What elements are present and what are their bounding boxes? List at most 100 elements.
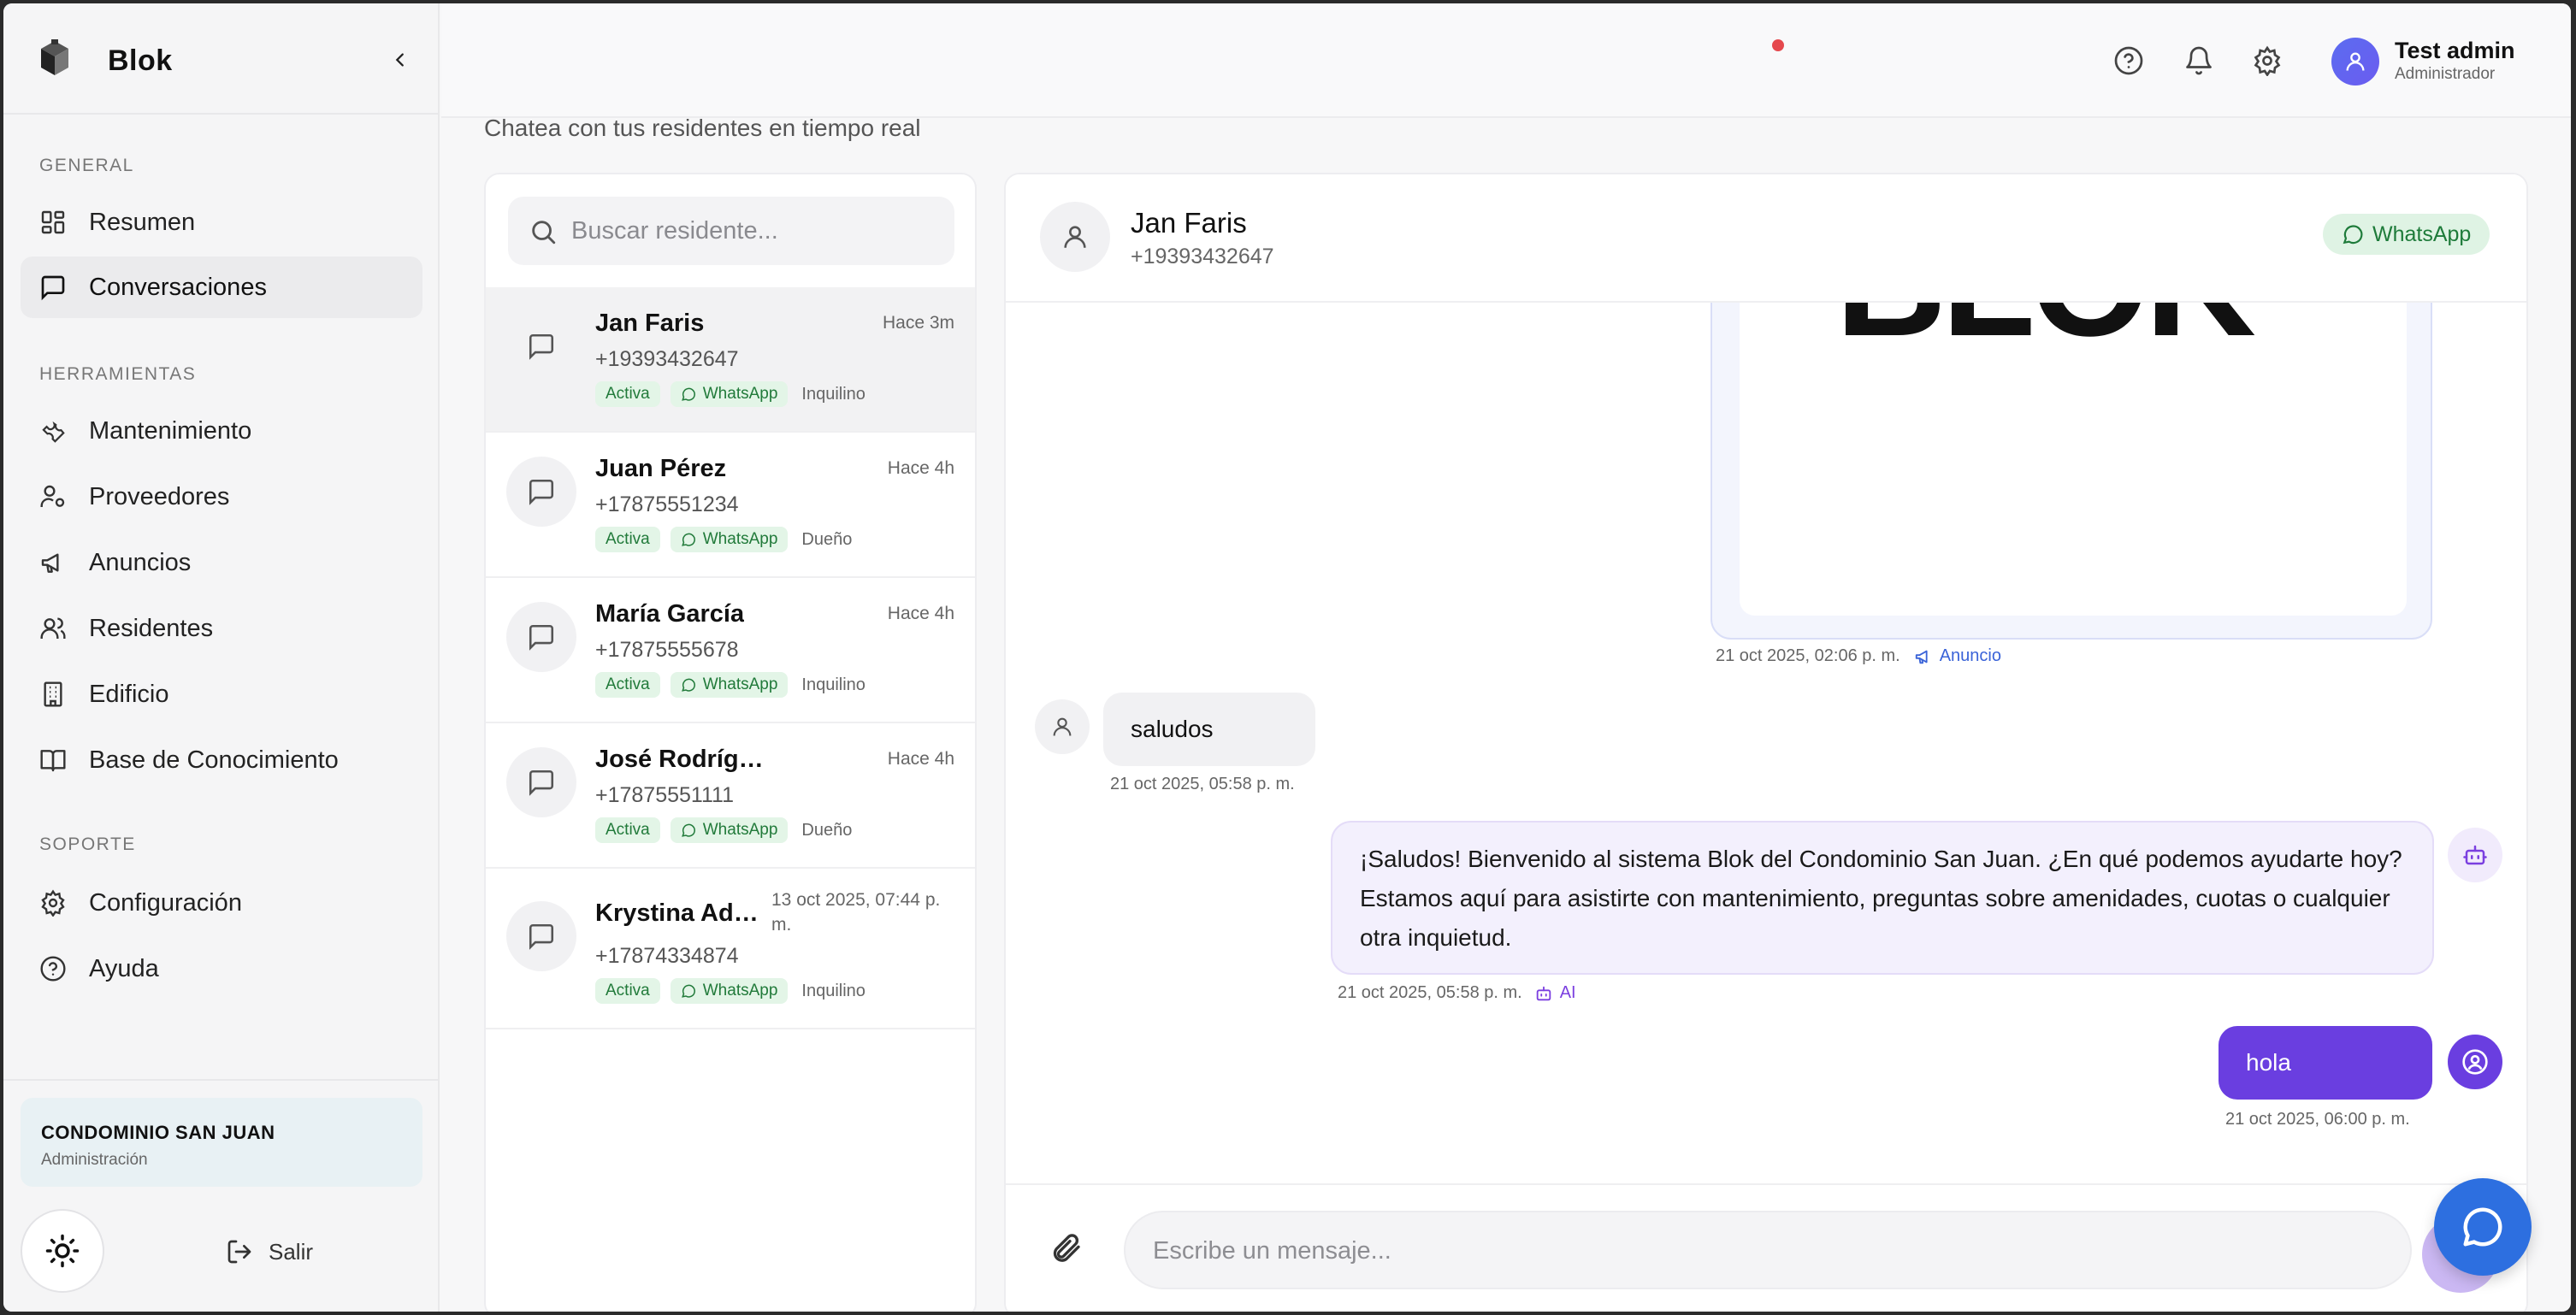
chevron-left-icon	[395, 53, 404, 67]
role-label: Inquilino	[801, 675, 866, 694]
message-square-icon	[41, 275, 65, 301]
sidebar-divider	[3, 1079, 440, 1081]
channel-label: WhatsApp	[702, 530, 778, 548]
message-input[interactable]	[1153, 1229, 2350, 1272]
message-square-icon	[529, 923, 554, 950]
contact-avatar	[1040, 202, 1110, 272]
settings-button[interactable]	[2251, 44, 2284, 77]
sidebar-item-label: Residentes	[89, 614, 214, 642]
search-icon	[532, 221, 556, 245]
sidebar-item-conversaciones[interactable]: Conversaciones	[21, 257, 422, 318]
svg-text:BLOK: BLOK	[1835, 303, 2255, 369]
users-icon	[40, 617, 66, 639]
message-meta: 21 oct 2025, 06:00 p. m.	[2225, 1110, 2410, 1129]
message-bubble-outgoing: hola	[2219, 1026, 2432, 1100]
user-avatar[interactable]	[2331, 38, 2379, 86]
logout-button[interactable]: Salir	[226, 1235, 313, 1269]
chat-header: Jan Faris +19393432647 WhatsApp	[1006, 174, 2526, 303]
contact-name: Jan Faris	[1131, 207, 1247, 239]
conversation-list-panel: Jan Faris Hace 3m +19393432647 Activa Wh…	[484, 173, 977, 1312]
wrench-icon	[42, 421, 65, 443]
user-icon	[1064, 226, 1086, 248]
whatsapp-icon	[681, 387, 695, 401]
logout-icon	[227, 1240, 251, 1264]
channel-badge: WhatsApp	[670, 978, 789, 1004]
conversation-time: Hace 4h	[887, 458, 954, 478]
conversation-avatar	[506, 747, 576, 817]
resident-avatar	[1035, 699, 1090, 754]
notification-badge	[1772, 39, 1784, 51]
collapse-sidebar-button[interactable]	[385, 44, 416, 75]
sidebar-item-label: Configuración	[89, 888, 242, 917]
conversation-item[interactable]: José Rodríguez Hace 4h +17875551111 Acti…	[486, 723, 975, 869]
section-label-support: SOPORTE	[39, 834, 136, 854]
user-cog-icon	[40, 485, 65, 507]
chat-panel: Jan Faris +19393432647 WhatsApp BLOK 21 …	[1004, 173, 2528, 1312]
paperclip-icon[interactable]	[1049, 1231, 1083, 1265]
conversation-avatar	[506, 457, 576, 527]
whatsapp-icon	[681, 678, 695, 692]
message-time: 21 oct 2025, 05:58 p. m.	[1110, 775, 1295, 793]
status-badge: Activa	[595, 381, 660, 407]
user-circle-icon	[2462, 1049, 2488, 1075]
theme-toggle-button[interactable]	[21, 1209, 104, 1293]
user-icon	[2346, 52, 2365, 71]
announcement-tag-label: Anuncio	[1939, 646, 2001, 665]
message-input-wrapper[interactable]	[1124, 1211, 2412, 1289]
conversation-tags: Activa WhatsApp Dueño	[595, 527, 855, 552]
help-circle-icon	[2114, 46, 2143, 75]
dashboard-icon	[41, 210, 65, 234]
conversation-tags: Activa WhatsApp Inquilino	[595, 672, 869, 698]
sidebar-item-base-conocimiento[interactable]: Base de Conocimiento	[21, 729, 422, 791]
gear-icon	[41, 889, 65, 917]
user-role: Administrador	[2395, 65, 2496, 83]
conversation-item[interactable]: Krystina Ado... 13 oct 2025, 07:44 p. m.…	[486, 869, 975, 1029]
role-label: Dueño	[801, 820, 853, 840]
announcement-card[interactable]: BLOK	[1710, 303, 2432, 640]
sidebar-item-label: Edificio	[89, 680, 169, 708]
conversation-item[interactable]: Juan Pérez Hace 4h +17875551234 Activa W…	[486, 433, 975, 578]
conversation-tags: Activa WhatsApp Inquilino	[595, 381, 869, 407]
ai-avatar	[2448, 828, 2502, 882]
sidebar-item-label: Conversaciones	[89, 273, 267, 301]
sidebar-item-ayuda[interactable]: Ayuda	[21, 938, 422, 1000]
message-square-icon	[529, 770, 554, 796]
conversation-tags: Activa WhatsApp Inquilino	[595, 978, 869, 1004]
whatsapp-channel-badge: WhatsApp	[2323, 214, 2490, 255]
ai-tag-label: AI	[1559, 983, 1576, 1002]
sidebar-item-label: Ayuda	[89, 954, 159, 982]
sidebar-item-label: Anuncios	[89, 548, 192, 576]
sidebar-item-configuracion[interactable]: Configuración	[21, 872, 422, 934]
chat-support-button[interactable]	[2434, 1178, 2532, 1276]
help-circle-icon	[40, 956, 66, 982]
sidebar-item-label: Proveedores	[89, 482, 230, 510]
notifications-button[interactable]	[2183, 44, 2215, 77]
search-box[interactable]	[508, 197, 954, 265]
help-button[interactable]	[2112, 44, 2145, 77]
condo-card[interactable]: CONDOMINIO SAN JUAN Administración	[21, 1098, 422, 1187]
sidebar-item-residentes[interactable]: Residentes	[21, 598, 422, 659]
sidebar-item-anuncios[interactable]: Anuncios	[21, 532, 422, 593]
role-label: Inquilino	[801, 981, 866, 1000]
sun-icon	[45, 1234, 80, 1268]
search-input[interactable]	[571, 210, 939, 251]
announcement-meta: 21 oct 2025, 02:06 p. m. Anuncio	[1716, 646, 2001, 666]
conversation-item[interactable]: María García Hace 4h +17875555678 Activa…	[486, 578, 975, 723]
sidebar-item-edificio[interactable]: Edificio	[21, 663, 422, 725]
announcement-image: BLOK	[1740, 303, 2407, 616]
conversation-item[interactable]: Jan Faris Hace 3m +19393432647 Activa Wh…	[486, 287, 975, 433]
status-badge: Activa	[595, 978, 660, 1004]
message-circle-icon	[2463, 1207, 2502, 1247]
announcement-tag[interactable]: Anuncio	[1914, 646, 2001, 666]
conversation-phone: +17875551234	[595, 492, 739, 516]
sidebar-item-mantenimiento[interactable]: Mantenimiento	[21, 400, 422, 462]
sidebar-item-proveedores[interactable]: Proveedores	[21, 466, 422, 528]
conversation-phone: +17874334874	[595, 944, 739, 968]
ai-tag: AI	[1534, 983, 1576, 1003]
sidebar-item-label: Base de Conocimiento	[89, 746, 339, 774]
user-name[interactable]: Test admin	[2395, 38, 2515, 64]
whatsapp-icon	[681, 533, 695, 546]
book-open-icon	[40, 750, 66, 772]
sidebar-item-resumen[interactable]: Resumen	[21, 192, 422, 253]
admin-avatar	[2448, 1035, 2502, 1089]
